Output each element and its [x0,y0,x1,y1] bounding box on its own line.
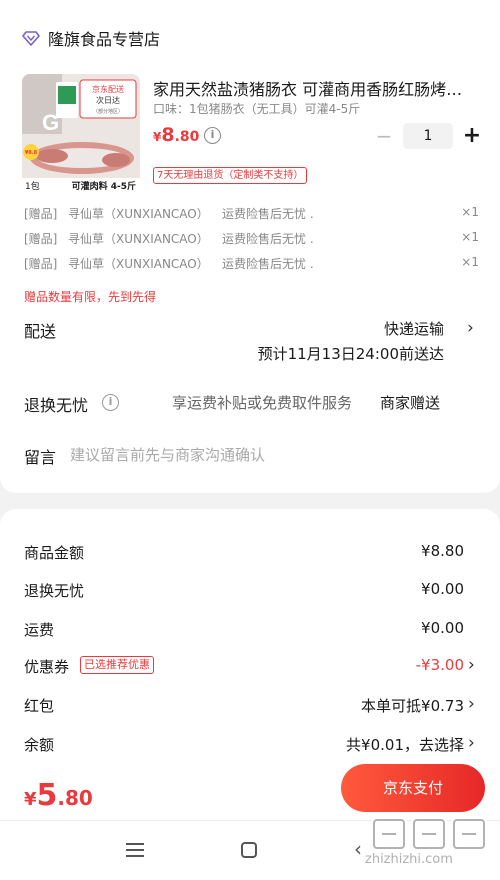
returns-info-icon[interactable]: i [102,394,119,411]
gift-desc: 运费险售后无忧 . [222,257,314,271]
badge-sub: 次日达 [96,95,120,105]
product-photo: G 京东配送 次日达 （部分地区） ¥8.8 1包 可灌肉料 4-5斤 [22,74,140,192]
goods-amount-value: ¥8.80 [421,542,464,560]
quantity-input[interactable]: 1 [403,123,453,149]
balance-chevron-icon[interactable]: › [468,733,475,753]
balance-value[interactable]: 共¥0.01，去选择 [346,734,464,755]
total-dec: .80 [57,786,93,810]
balance-label: 余额 [24,736,55,754]
caption-right: 可灌肉料 4-5斤 [72,180,136,192]
message-input[interactable]: 建议留言前先与商家沟通确认 [70,444,265,465]
badge-top: 京东配送 [92,84,124,94]
redpacket-chevron-icon[interactable]: › [468,694,475,714]
gift-item: [赠品] 寻仙草（XUNXIANCAO） 运费险售后无忧 . ×1 [24,255,479,272]
price-int: 8 [161,124,175,146]
store-name: 隆旗食品专营店 [48,30,161,49]
returns-fee-value: ¥0.00 [421,580,464,598]
home-icon[interactable] [241,842,257,858]
order-card: 隆旗食品专营店 G 京东配送 次日达 （部分地区） ¥8.8 1包 可灌肉料 4… [0,0,500,493]
shipping-fee-label: 运费 [24,621,55,639]
price-sticker: ¥8.8 [25,150,38,156]
gift-desc: 运费险售后无忧 . [222,207,314,221]
gift-item: [赠品] 寻仙草（XUNXIANCAO） 运费险售后无忧 . ×1 [24,205,479,222]
gift-desc: 运费险售后无忧 . [222,232,314,246]
gift-name: 寻仙草（XUNXIANCAO） [68,257,209,271]
gift-tag: [赠品] [24,207,58,221]
return-policy-tag: 7天无理由退货（定制类不支持） [153,167,308,184]
gift-tag: [赠品] [24,257,58,271]
recent-apps-icon[interactable] [126,843,144,857]
store-diamond-icon [22,31,40,46]
shipping-fee-value: ¥0.00 [421,619,464,637]
caption-left: 1包 [25,180,40,192]
product-title[interactable]: 家用天然盐渍猪肠衣 可灌商用香肠红肠烤肠肠衣 [153,76,478,100]
gift-qty: ×1 [461,255,479,269]
quantity-minus-button[interactable]: − [373,122,395,150]
coupon-label: 优惠券 [24,658,70,676]
returns-desc: 享运费补贴或免费取件服务 [172,394,353,412]
goods-amount-label: 商品金额 [24,544,85,562]
quantity-stepper: − 1 + [373,122,483,150]
redpacket-label: 红包 [24,697,55,715]
product-spec[interactable]: 口味：1包猪肠衣（无工具）可灌4-5斤 [153,100,360,117]
gift-qty: ×1 [461,230,479,244]
brand-letter: G [42,110,59,135]
coupon-badge: 已选推荐优惠 [80,656,154,674]
redpacket-value[interactable]: 本单可抵¥0.73 [361,695,464,716]
gift-qty: ×1 [461,205,479,219]
badge-note: （部分地区） [93,108,123,115]
price-info-icon[interactable]: i [204,127,221,144]
returns-label: 退换无忧 [24,396,89,415]
gift-name: 寻仙草（XUNXIANCAO） [68,207,209,221]
delivery-chevron-icon[interactable]: › [467,318,474,338]
product-price: ¥8.80 [153,124,199,146]
coupon-value[interactable]: -¥3.00 [416,656,464,674]
gift-name: 寻仙草（XUNXIANCAO） [68,232,209,246]
product-image[interactable]: G 京东配送 次日达 （部分地区） ¥8.8 1包 可灌肉料 4-5斤 [22,74,140,192]
gift-limit-note: 赠品数量有限，先到先得 [24,290,157,304]
delivery-eta: 预计11月13日24:00前送达 [257,345,444,363]
returns-value: 商家赠送 [380,394,441,412]
total-int: 5 [36,778,58,813]
delivery-method[interactable]: 快递运输 [384,318,444,339]
returns-fee-label: 退换无忧 [24,582,85,600]
order-total: ¥5.80 [24,778,93,813]
total-currency: ¥ [24,789,37,810]
store-header[interactable]: 隆旗食品专营店 [22,26,160,50]
coupon-chevron-icon[interactable]: › [468,655,475,675]
message-label: 留言 [24,448,57,467]
gift-item: [赠品] 寻仙草（XUNXIANCAO） 运费险售后无忧 . ×1 [24,230,479,247]
quantity-plus-button[interactable]: + [461,122,483,150]
price-dec: .80 [174,129,200,145]
delivery-label: 配送 [24,322,57,341]
gift-tag: [赠品] [24,232,58,246]
watermark-text: zhizhizhi.com [365,852,453,867]
watermark-logo [371,817,487,851]
